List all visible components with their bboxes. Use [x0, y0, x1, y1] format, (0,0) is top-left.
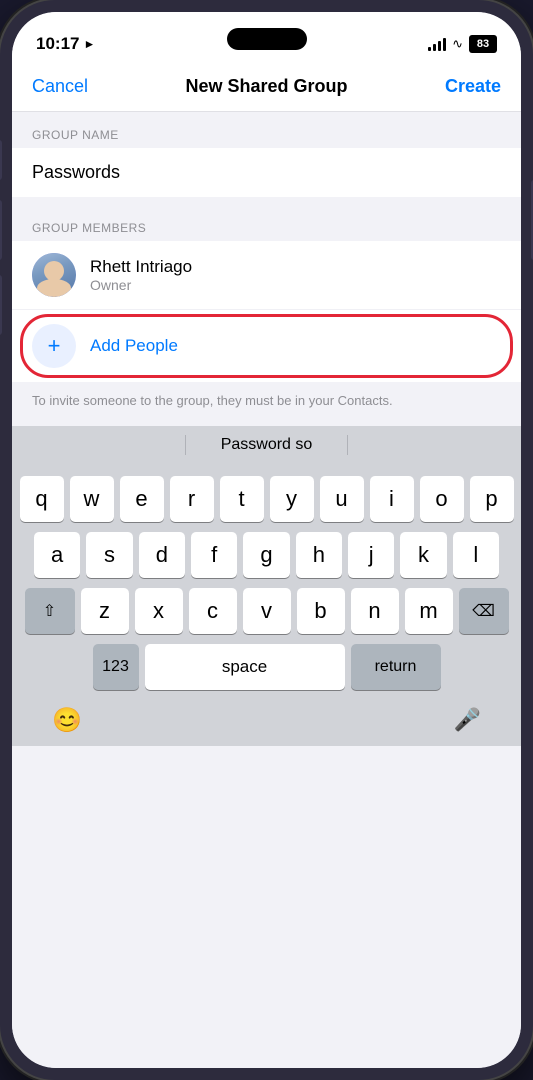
member-row: Rhett Intriago Owner — [12, 241, 521, 310]
member-role: Owner — [90, 277, 192, 293]
key-i[interactable]: i — [370, 476, 414, 522]
key-h[interactable]: h — [296, 532, 342, 578]
avatar-image — [32, 253, 76, 297]
group-name-label: GROUP NAME — [12, 112, 521, 148]
key-w[interactable]: w — [70, 476, 114, 522]
avatar — [32, 253, 76, 297]
key-v[interactable]: v — [243, 588, 291, 634]
emoji-button[interactable]: 😊 — [52, 706, 82, 735]
key-z[interactable]: z — [81, 588, 129, 634]
key-b[interactable]: b — [297, 588, 345, 634]
return-key[interactable]: return — [351, 644, 441, 690]
key-c[interactable]: c — [189, 588, 237, 634]
signal-bar-1 — [428, 47, 431, 51]
signal-icon — [428, 37, 446, 51]
key-t[interactable]: t — [220, 476, 264, 522]
key-r[interactable]: r — [170, 476, 214, 522]
key-o[interactable]: o — [420, 476, 464, 522]
key-row-3: ⇧ z x c v b n m ⌫ — [20, 588, 513, 634]
page-title: New Shared Group — [185, 76, 347, 97]
mute-button[interactable] — [0, 140, 2, 180]
key-g[interactable]: g — [243, 532, 289, 578]
add-people-label: Add People — [90, 336, 178, 356]
key-s[interactable]: s — [86, 532, 132, 578]
volume-up-button[interactable] — [0, 200, 2, 260]
volume-down-button[interactable] — [0, 275, 2, 335]
content-area: GROUP NAME GROUP MEMBERS Rhett Intriago … — [12, 112, 521, 1068]
signal-bar-4 — [443, 38, 446, 51]
wifi-icon: ∿ — [452, 36, 463, 52]
add-people-button[interactable]: + Add People — [12, 310, 521, 382]
add-circle-icon: + — [32, 324, 76, 368]
key-m[interactable]: m — [405, 588, 453, 634]
signal-bar-3 — [438, 41, 441, 51]
mic-button[interactable]: 🎤 — [454, 707, 481, 733]
add-people-inner: + Add People — [32, 324, 501, 368]
key-e[interactable]: e — [120, 476, 164, 522]
bottom-bar: 😊 🎤 — [12, 694, 521, 746]
delete-key[interactable]: ⌫ — [459, 588, 509, 634]
key-d[interactable]: d — [139, 532, 185, 578]
location-icon: ► — [83, 37, 95, 51]
key-row-1: q w e r t y u i o p — [20, 476, 513, 522]
nav-bar: Cancel New Shared Group Create — [12, 64, 521, 112]
member-name: Rhett Intriago — [90, 257, 192, 277]
status-icons: ∿ 83 — [428, 35, 497, 53]
key-f[interactable]: f — [191, 532, 237, 578]
phone-frame: 10:17 ► ∿ 83 Cancel New Shared Group Cr — [0, 0, 533, 1080]
battery-icon: 83 — [469, 35, 497, 53]
status-time: 10:17 ► — [36, 34, 95, 54]
plus-icon: + — [48, 335, 61, 357]
invite-hint-text: To invite someone to the group, they mus… — [12, 382, 521, 426]
group-name-input[interactable] — [12, 148, 521, 197]
keyboard-rows: q w e r t y u i o p a s — [16, 476, 517, 690]
group-members-label: GROUP MEMBERS — [12, 205, 521, 241]
space-key[interactable]: space — [145, 644, 345, 690]
key-j[interactable]: j — [348, 532, 394, 578]
time-display: 10:17 — [36, 34, 79, 54]
key-y[interactable]: y — [270, 476, 314, 522]
dynamic-island — [227, 28, 307, 50]
keyboard: q w e r t y u i o p a s — [12, 468, 521, 694]
suggestion-right[interactable] — [348, 441, 509, 449]
signal-bar-2 — [433, 44, 436, 51]
key-a[interactable]: a — [34, 532, 80, 578]
phone-screen: 10:17 ► ∿ 83 Cancel New Shared Group Cr — [12, 12, 521, 1068]
key-row-4: 123 space return — [20, 644, 513, 690]
create-button[interactable]: Create — [445, 76, 501, 97]
shift-key[interactable]: ⇧ — [25, 588, 75, 634]
key-q[interactable]: q — [20, 476, 64, 522]
suggestion-middle[interactable]: Password so — [186, 432, 347, 458]
cancel-button[interactable]: Cancel — [32, 76, 88, 97]
suggestion-left[interactable] — [24, 441, 185, 449]
member-info: Rhett Intriago Owner — [90, 257, 192, 293]
key-u[interactable]: u — [320, 476, 364, 522]
suggestion-bar: Password so — [12, 426, 521, 468]
key-x[interactable]: x — [135, 588, 183, 634]
key-p[interactable]: p — [470, 476, 514, 522]
key-l[interactable]: l — [453, 532, 499, 578]
numbers-key[interactable]: 123 — [93, 644, 139, 690]
key-k[interactable]: k — [400, 532, 446, 578]
key-row-2: a s d f g h j k l — [20, 532, 513, 578]
key-n[interactable]: n — [351, 588, 399, 634]
